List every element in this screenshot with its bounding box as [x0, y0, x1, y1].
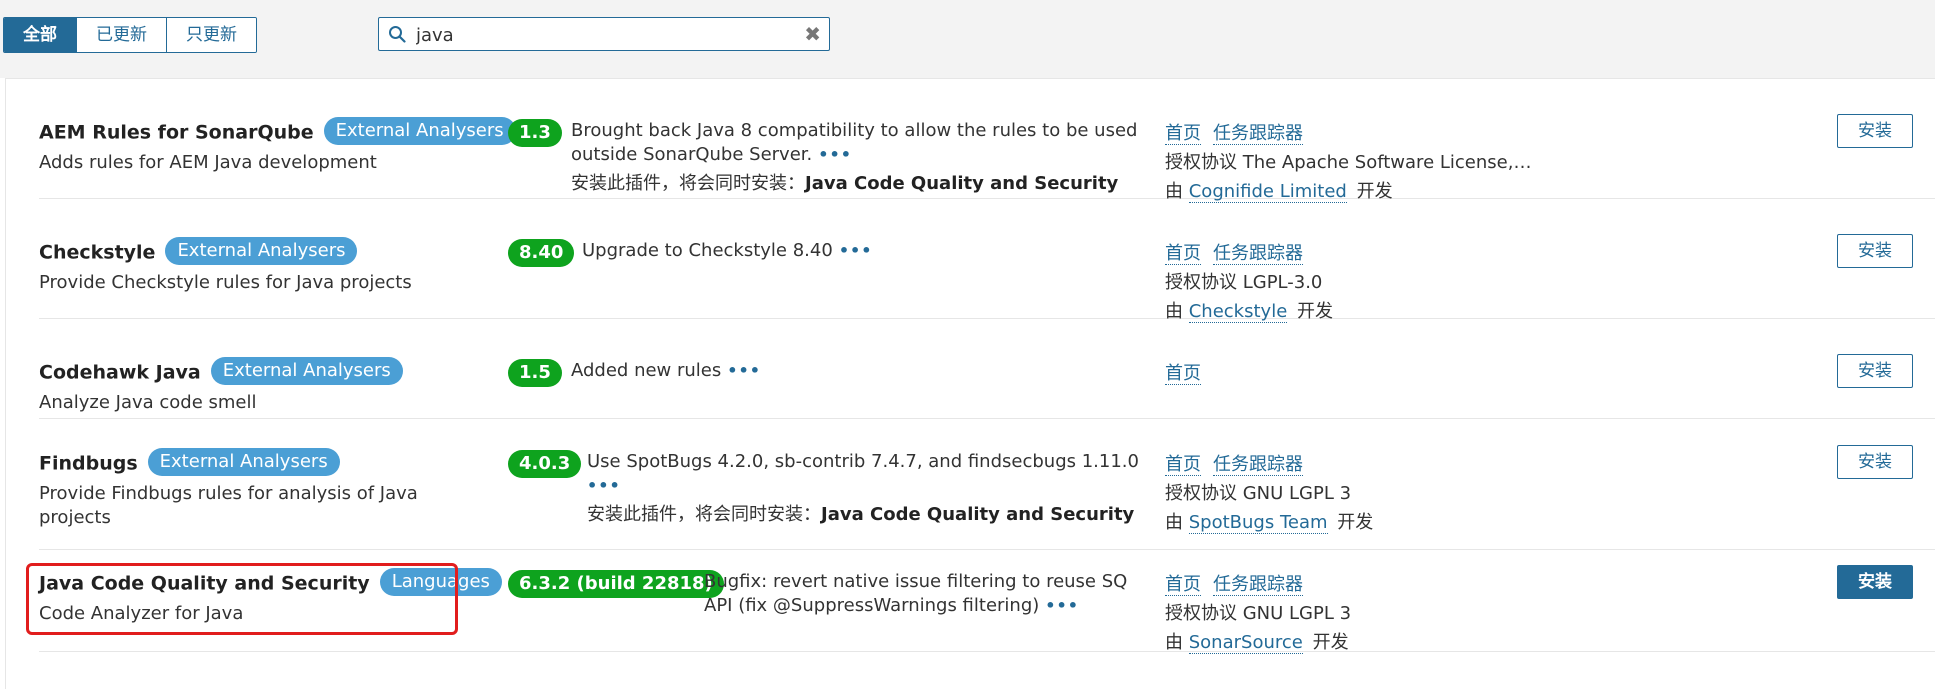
- plugin-links: 首页: [1165, 359, 1213, 388]
- install-button[interactable]: 安装: [1837, 234, 1913, 268]
- search-icon: [389, 26, 406, 43]
- install-button[interactable]: 安装: [1837, 114, 1913, 148]
- homepage-link[interactable]: 首页: [1165, 123, 1201, 145]
- category-tag[interactable]: External Analysers: [210, 357, 403, 385]
- issue-tracker-link[interactable]: 任务跟踪器: [1213, 574, 1303, 596]
- homepage-link[interactable]: 首页: [1165, 243, 1201, 265]
- plugin-name: Checkstyle External Analysers: [39, 237, 358, 267]
- filter-all-button[interactable]: 全部: [4, 18, 76, 52]
- license-text: 授权协议 GNU LGPL 3: [1165, 483, 1352, 504]
- more-notes-icon[interactable]: •••: [587, 476, 621, 495]
- category-tag[interactable]: External Analysers: [323, 117, 516, 145]
- plugin-row-aem-rules: AEM Rules for SonarQube External Analyser…: [39, 114, 1935, 203]
- more-notes-icon[interactable]: •••: [839, 241, 873, 260]
- developer-link[interactable]: SpotBugs Team: [1188, 512, 1328, 534]
- category-tag[interactable]: Languages: [379, 568, 502, 596]
- toolbar: 全部 已更新 只更新 ✖: [0, 0, 1935, 78]
- install-button[interactable]: 安装: [1837, 354, 1913, 388]
- dependency-note: 安装此插件，将会同时安装：Java Code Quality and Secur…: [571, 173, 1119, 194]
- plugin-row-findbugs: Findbugs External Analysers Provide Findb…: [39, 445, 1935, 550]
- version-badge: 1.5: [508, 359, 562, 387]
- filter-update-only-button[interactable]: 只更新: [166, 18, 256, 52]
- plugin-links: 首页 任务跟踪器 授权协议 GNU LGPL 3 由 SonarSource 开发: [1165, 574, 1352, 654]
- install-button[interactable]: 安装: [1837, 445, 1913, 479]
- plugin-description: Adds rules for AEM Java development: [39, 152, 377, 173]
- release-notes: Use SpotBugs 4.2.0, sb-contrib 7.4.7, an…: [587, 451, 1139, 495]
- filter-updated-button[interactable]: 已更新: [76, 18, 166, 52]
- plugin-links: 首页 任务跟踪器 授权协议 LGPL-3.0 由 Checkstyle 开发: [1165, 243, 1334, 323]
- license-text: 授权协议 The Apache Software License,…: [1165, 152, 1532, 173]
- more-notes-icon[interactable]: •••: [1045, 596, 1079, 615]
- developer-link[interactable]: SonarSource: [1188, 632, 1303, 654]
- plugin-name: Findbugs External Analysers: [39, 448, 340, 478]
- developer-link[interactable]: Checkstyle: [1188, 301, 1288, 323]
- filter-button-group: 全部 已更新 只更新: [3, 17, 257, 53]
- plugin-name: Codehawk Java External Analysers: [39, 357, 403, 387]
- plugin-list-panel: AEM Rules for SonarQube External Analyser…: [5, 78, 1935, 689]
- plugin-links: 首页 任务跟踪器 授权协议 GNU LGPL 3 由 SpotBugs Team …: [1165, 454, 1374, 534]
- version-badge: 6.3.2 (build 22818): [508, 570, 724, 598]
- issue-tracker-link[interactable]: 任务跟踪器: [1213, 243, 1303, 265]
- issue-tracker-link[interactable]: 任务跟踪器: [1213, 454, 1303, 476]
- version-badge: 4.0.3: [508, 450, 582, 478]
- version-badge: 1.3: [508, 119, 562, 147]
- plugin-links: 首页 任务跟踪器 授权协议 The Apache Software License…: [1165, 123, 1532, 203]
- search-box: ✖: [378, 17, 830, 51]
- plugin-row-checkstyle: Checkstyle External Analysers Provide Che…: [39, 234, 1935, 323]
- release-notes: Bugfix: revert native issue filtering to…: [704, 571, 1128, 616]
- license-text: 授权协议 LGPL-3.0: [1165, 272, 1323, 293]
- release-notes: Added new rules •••: [571, 360, 761, 381]
- search-input[interactable]: [414, 21, 778, 49]
- plugin-description: Code Analyzer for Java: [39, 603, 244, 624]
- dependency-note: 安装此插件，将会同时安装：Java Code Quality and Secur…: [587, 504, 1135, 525]
- plugin-name: Java Code Quality and Security Languages: [39, 568, 502, 598]
- plugin-row-java-code-quality: Java Code Quality and Security Languages …: [39, 565, 1935, 654]
- more-notes-icon[interactable]: •••: [727, 361, 761, 380]
- issue-tracker-link[interactable]: 任务跟踪器: [1213, 123, 1303, 145]
- plugin-description: Analyze Java code smell: [39, 392, 257, 413]
- plugin-name: AEM Rules for SonarQube External Analyser…: [39, 117, 516, 147]
- homepage-link[interactable]: 首页: [1165, 363, 1201, 385]
- developer-link[interactable]: Cognifide Limited: [1188, 181, 1347, 203]
- category-tag[interactable]: External Analysers: [165, 237, 358, 265]
- more-notes-icon[interactable]: •••: [818, 145, 852, 164]
- version-badge: 8.40: [508, 239, 575, 267]
- release-notes: Upgrade to Checkstyle 8.40 •••: [582, 240, 873, 261]
- release-notes: Brought back Java 8 compatibility to all…: [571, 120, 1138, 165]
- plugin-description: Provide Findbugs rules for analysis of J…: [39, 483, 418, 528]
- plugin-description: Provide Checkstyle rules for Java projec…: [39, 272, 412, 293]
- homepage-link[interactable]: 首页: [1165, 454, 1201, 476]
- license-text: 授权协议 GNU LGPL 3: [1165, 603, 1352, 624]
- homepage-link[interactable]: 首页: [1165, 574, 1201, 596]
- category-tag[interactable]: External Analysers: [147, 448, 340, 476]
- clear-search-icon[interactable]: ✖: [804, 23, 821, 45]
- install-button[interactable]: 安装: [1837, 565, 1913, 599]
- plugin-row-codehawk: Codehawk Java External Analysers Analyze …: [39, 354, 1935, 419]
